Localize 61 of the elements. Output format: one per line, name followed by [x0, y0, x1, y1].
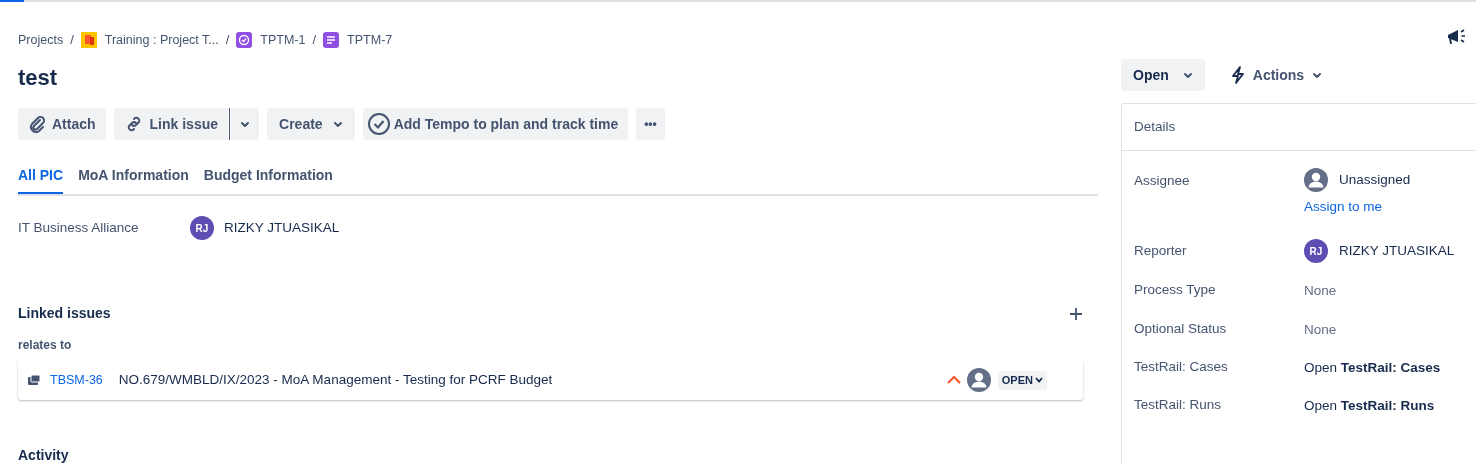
field-label: Process Type	[1134, 281, 1217, 300]
megaphone-icon[interactable]	[1446, 28, 1468, 46]
chevron-down-icon	[240, 119, 251, 129]
chevron-down-icon	[332, 119, 343, 129]
issue-summary: NO.679/WMBLD/IX/2023 - MoA Management - Testing for PCRF Budget	[118, 371, 554, 390]
actions-button[interactable]: Actions	[1220, 59, 1333, 91]
section-title: Activity	[18, 446, 70, 466]
field-value: None	[1304, 283, 1337, 299]
user-name: RIZKY JTUASIKAL	[224, 219, 340, 238]
field-label: Optional Status	[1134, 319, 1228, 338]
breadcrumb-separator: /	[70, 31, 74, 50]
plus-icon[interactable]	[1069, 306, 1083, 321]
field-label: Reporter	[1134, 242, 1188, 261]
more-button[interactable]: •••	[636, 108, 665, 141]
field-value: None	[1304, 321, 1337, 337]
tempo-button[interactable]: Add Tempo to plan and track time	[362, 108, 629, 141]
priority-icon	[946, 375, 961, 386]
chevron-down-icon	[1182, 70, 1193, 80]
document-icon	[323, 32, 340, 48]
field-label: TestRail: Cases	[1134, 357, 1229, 376]
check-circle-icon	[236, 32, 253, 48]
flag-icon	[80, 32, 97, 48]
breadcrumb-link[interactable]: Training : Project T...	[104, 30, 219, 50]
issue-key[interactable]: TBSM-36	[50, 371, 103, 390]
tab[interactable]: Budget Information	[203, 165, 333, 195]
create-button[interactable]: Create	[267, 108, 355, 141]
avatar: RJ	[190, 216, 214, 241]
breadcrumb-link[interactable]: Projects	[18, 30, 64, 50]
status-button[interactable]: Open	[1121, 59, 1205, 91]
tab[interactable]: MoA Information	[78, 165, 189, 195]
assign-link[interactable]: Assign to me	[1304, 197, 1383, 218]
field-label: TestRail: Runs	[1134, 396, 1223, 414]
relation-label: relates to	[18, 337, 73, 355]
breadcrumb-link[interactable]: TPTM-1	[260, 30, 306, 50]
breadcrumb-link[interactable]: TPTM-7	[347, 30, 393, 50]
user-name: RIZKY JTUASIKAL	[1339, 242, 1455, 261]
field-label: IT Business Alliance	[18, 219, 140, 238]
avatar-icon	[966, 368, 991, 393]
tab[interactable]: All PIC	[18, 165, 64, 195]
field-value: Open TestRail: Runs	[1304, 398, 1435, 413]
link-issue-button[interactable]: Link issue	[113, 108, 229, 141]
breadcrumb-separator: /	[225, 31, 230, 50]
paperclip-icon	[28, 115, 46, 134]
chevron-down-icon	[1035, 376, 1043, 385]
stack-icon	[27, 373, 41, 388]
status-dropdown[interactable]: OPEN	[997, 371, 1047, 390]
check-circle-icon	[366, 112, 391, 137]
field-value: Open TestRail: Cases	[1304, 359, 1441, 375]
chevron-down-icon	[1312, 70, 1323, 80]
panel-title: Details	[1134, 117, 1176, 136]
dropdown-button[interactable]	[231, 108, 260, 141]
lightning-icon	[1230, 66, 1245, 84]
attach-button[interactable]: Attach	[18, 108, 106, 141]
breadcrumb-separator: /	[312, 31, 317, 50]
issue-title: test	[18, 65, 59, 92]
avatar: RJ	[1304, 239, 1328, 264]
field-label: Assignee	[1134, 172, 1191, 190]
avatar-icon	[1304, 168, 1328, 192]
user-name: Unassigned	[1339, 170, 1411, 189]
section-title: Linked issues	[18, 304, 111, 324]
issue-card[interactable]: TBSM-36 NO.679/WMBLD/IX/2023 - MoA Management - Testing for PCRF Budget OPEN	[18, 360, 1083, 401]
